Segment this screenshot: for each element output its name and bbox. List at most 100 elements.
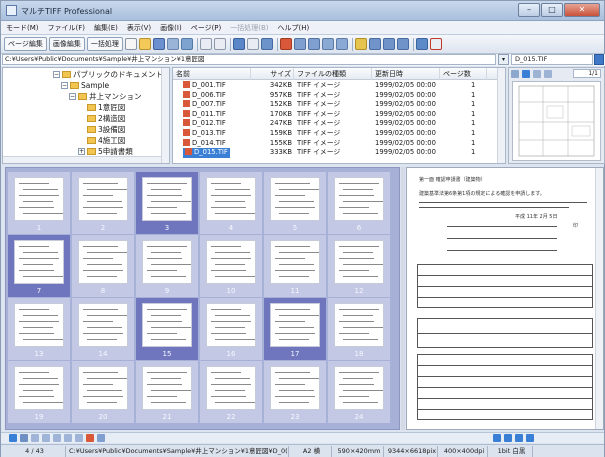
redo-icon[interactable] [213,38,226,50]
rotate-icon[interactable] [279,38,292,50]
page-thumbnail[interactable]: 14 [72,298,134,360]
page-thumbnail[interactable]: 2 [72,172,134,234]
grid-detail-icon[interactable] [75,434,83,442]
list-view-icon[interactable] [20,434,28,442]
page-thumbnail[interactable]: 6 [328,172,390,234]
menu-help[interactable]: ヘルプ(H) [278,23,310,33]
page-thumbnail[interactable]: 21 [136,361,198,423]
pane-splitter[interactable] [401,167,405,430]
page-thumbnail[interactable]: 1 [8,172,70,234]
menu-mode[interactable]: モード(M) [6,23,39,33]
zoom-in-icon[interactable] [293,38,306,50]
page-thumbnail[interactable]: 11 [264,235,326,297]
page-thumbnail[interactable]: 3 [136,172,198,234]
tree-item-folder-2[interactable]: 2構造図 [87,113,125,124]
collapse-icon[interactable]: − [69,93,76,100]
page-thumbnail[interactable]: 19 [8,361,70,423]
tree-item-inoue-mansion[interactable]: − 井上マンション [69,91,142,102]
fit-width-icon[interactable] [493,434,501,442]
go-icon[interactable] [594,54,604,65]
menu-batch[interactable]: 一括処理(B) [230,23,268,33]
file-row[interactable]: D_011.TIF 170KB TIFF イメージ 1999/02/05 00:00 1 [173,109,497,120]
collapse-icon[interactable]: − [61,82,68,89]
file-row[interactable]: D_007.TIF 152KB TIFF イメージ 1999/02/05 00:00 1 [173,100,497,110]
path-input[interactable]: C:¥Users¥Public¥Documents¥Sample¥井上マンション… [2,54,496,65]
page-thumbnail[interactable]: 16 [200,298,262,360]
page-thumbnail[interactable]: 17 [264,298,326,360]
file-row[interactable]: D_006.TIF 957KB TIFF イメージ 1999/02/05 00:00 1 [173,90,497,101]
page-thumbnail[interactable]: 7 [8,235,70,297]
split-icon[interactable] [354,38,367,50]
page-thumbnail[interactable]: 4 [200,172,262,234]
page-thumbnail[interactable]: 23 [264,361,326,423]
page-thumbnail[interactable]: 20 [72,361,134,423]
page-edit-button[interactable]: ページ編集 [4,37,47,51]
grid-medium-icon[interactable] [53,434,61,442]
column-size[interactable]: サイズ [251,68,294,80]
page-thumbnail[interactable]: 24 [328,361,390,423]
fit-window-icon[interactable] [504,434,512,442]
path-dropdown-icon[interactable]: ▾ [498,54,509,65]
insert-page-icon[interactable] [382,38,395,50]
rotate-right-icon[interactable] [97,434,105,442]
file-row-selected[interactable]: D_015.TIF 333KB TIFF イメージ 1999/02/05 00:00 1 [173,148,497,158]
last-page-icon[interactable] [544,69,552,78]
menu-view[interactable]: 表示(V) [127,23,151,33]
refresh-icon[interactable] [31,434,39,442]
close-button[interactable]: ✕ [564,3,600,17]
fit-page-icon[interactable] [260,38,273,50]
open-folder-icon[interactable] [138,38,151,50]
print-icon[interactable] [166,38,179,50]
tree-scrollbar[interactable] [161,68,169,163]
page-thumbnail[interactable]: 15 [136,298,198,360]
menu-image[interactable]: 画像(I) [160,23,182,33]
file-name-input[interactable]: D_015.TIF [511,54,593,65]
page-thumbnail[interactable]: 18 [328,298,390,360]
grid-small-icon[interactable] [42,434,50,442]
maximize-button[interactable]: □ [541,3,563,17]
crop-icon[interactable] [321,38,334,50]
page-thumbnail[interactable]: 9 [136,235,198,297]
page-thumbnail[interactable]: 8 [72,235,134,297]
menu-file[interactable]: ファイル(F) [48,23,86,33]
batch-button[interactable]: 一括処理 [86,37,123,51]
column-name[interactable]: 名前 [173,68,251,80]
zoom-out-icon[interactable] [307,38,320,50]
dropdown-icon[interactable] [246,38,259,50]
view-mode-icon[interactable] [232,38,245,50]
scan-icon[interactable] [180,38,193,50]
page-thumbnail[interactable]: 22 [200,361,262,423]
tree-item-folder-4[interactable]: 4施工図 [87,135,125,146]
thumbnail-view-icon[interactable] [9,434,17,442]
file-row[interactable]: D_014.TIF 155KB TIFF イメージ 1999/02/05 00:00 1 [173,138,497,149]
menu-edit[interactable]: 編集(E) [94,23,118,33]
delete-icon[interactable] [429,38,442,50]
tree-item-sample[interactable]: − Sample [61,80,109,91]
grid-large-icon[interactable] [64,434,72,442]
minimize-button[interactable]: – [518,3,540,17]
file-row[interactable]: D_012.TIF 247KB TIFF イメージ 1999/02/05 00:00 1 [173,119,497,129]
page-thumbnail[interactable]: 12 [328,235,390,297]
image-edit-button[interactable]: 画像編集 [48,37,85,51]
page-thumbnail[interactable]: 5 [264,172,326,234]
zoom-out-icon[interactable] [526,434,534,442]
page-thumbnail[interactable]: 13 [8,298,70,360]
deskew-icon[interactable] [335,38,348,50]
file-list-scrollbar[interactable] [497,68,505,163]
merge-icon[interactable] [368,38,381,50]
zoom-in-icon[interactable] [515,434,523,442]
page-thumbnail[interactable]: 10 [200,235,262,297]
file-row[interactable]: D_013.TIF 159KB TIFF イメージ 1999/02/05 00:00 1 [173,129,497,139]
menu-page[interactable]: ページ(P) [191,23,222,33]
column-type[interactable]: ファイルの種類 [294,68,372,80]
column-date[interactable]: 更新日時 [372,68,440,80]
collapse-icon[interactable]: − [53,71,60,78]
tree-item-public-documents[interactable]: − パブリックのドキュメント [53,69,163,80]
save-icon[interactable] [152,38,165,50]
settings-icon[interactable] [415,38,428,50]
file-row[interactable]: D_001.TIF 342KB TIFF イメージ 1999/02/05 00:00 1 [173,81,497,91]
viewer-scrollbar[interactable] [595,168,603,429]
rotate-left-icon[interactable] [86,434,94,442]
column-pages[interactable]: ページ数 [440,68,487,80]
tree-item-folder-3[interactable]: 3設備図 [87,124,125,135]
